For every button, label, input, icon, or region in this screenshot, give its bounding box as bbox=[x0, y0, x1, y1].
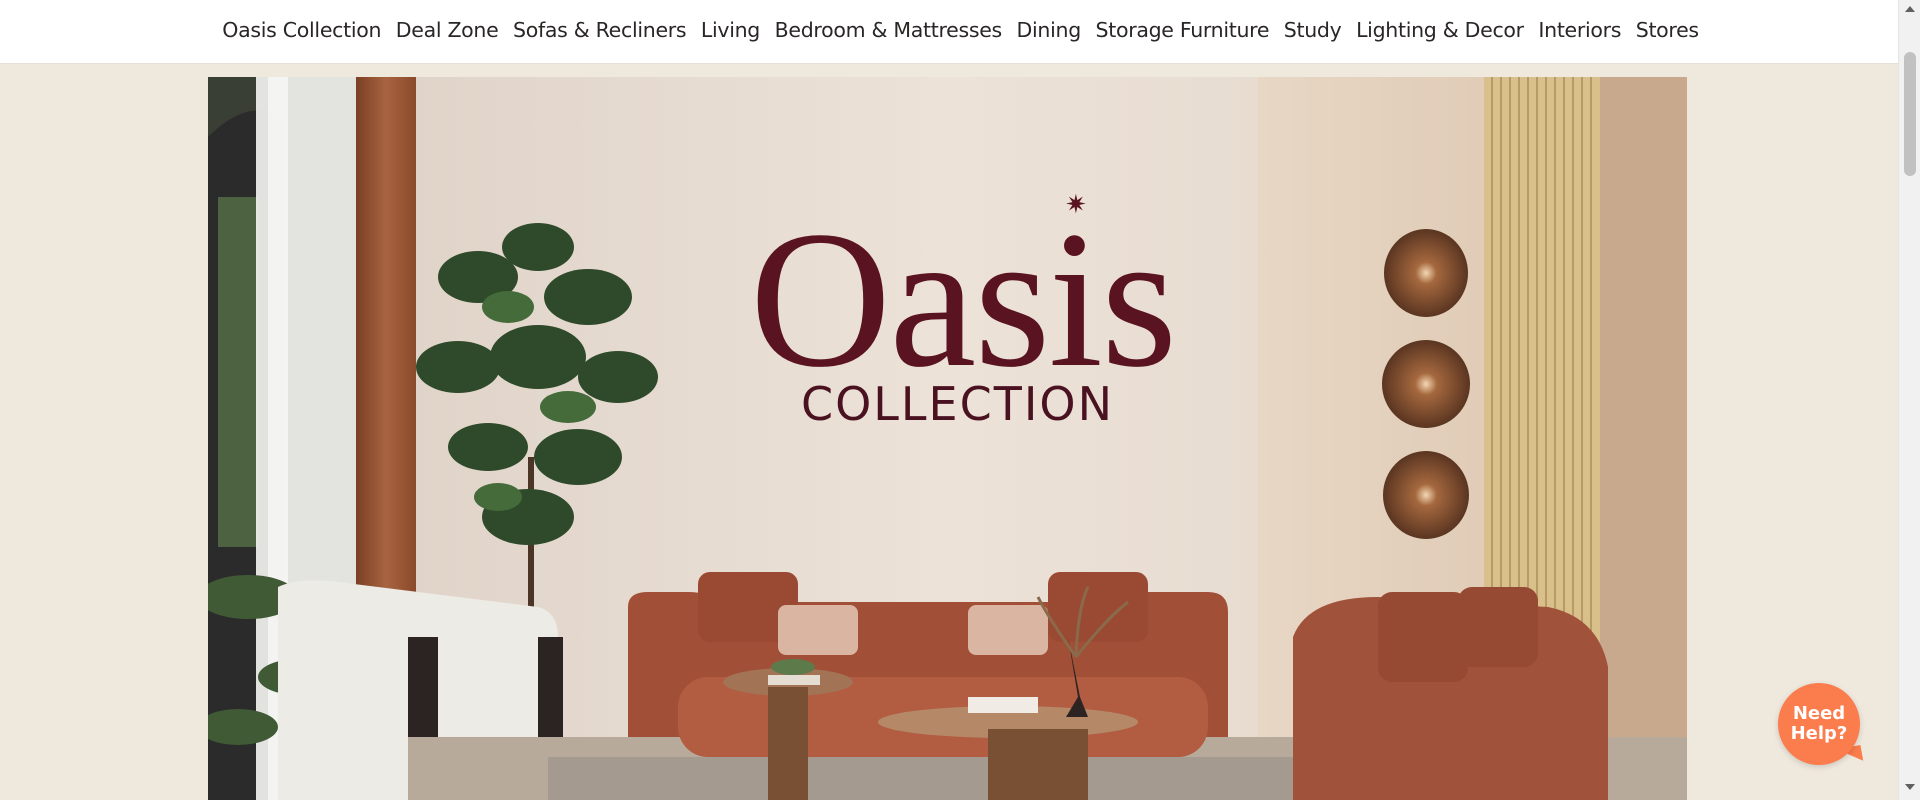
nav-item-stores[interactable]: Stores bbox=[1628, 18, 1706, 42]
hero-brand-title: Oasis bbox=[749, 191, 1178, 408]
nav-item-interiors[interactable]: Interiors bbox=[1531, 18, 1628, 42]
nav-item-sofas-recliners[interactable]: Sofas & Recliners bbox=[506, 18, 694, 42]
nav-item-dining[interactable]: Dining bbox=[1009, 18, 1088, 42]
vertical-scrollbar[interactable] bbox=[1898, 0, 1920, 800]
top-navigation: Oasis Collection Deal Zone Sofas & Recli… bbox=[0, 0, 1898, 64]
nav-item-study[interactable]: Study bbox=[1276, 18, 1348, 42]
scroll-up-icon[interactable] bbox=[1905, 6, 1915, 12]
scrollbar-thumb[interactable] bbox=[1904, 52, 1916, 176]
hero-scene-illustration bbox=[208, 77, 1687, 800]
nav-item-living[interactable]: Living bbox=[694, 18, 768, 42]
nav-menu: Oasis Collection Deal Zone Sofas & Recli… bbox=[215, 0, 1706, 59]
nav-item-lighting-decor[interactable]: Lighting & Decor bbox=[1349, 18, 1531, 42]
hero-banner[interactable]: ✷ Oasis COLLECTION bbox=[208, 77, 1687, 800]
nav-item-oasis-collection[interactable]: Oasis Collection bbox=[215, 18, 388, 42]
need-help-button[interactable]: Need Help? bbox=[1778, 683, 1860, 765]
scroll-down-icon[interactable] bbox=[1905, 784, 1915, 790]
hero-brand-subtitle: COLLECTION bbox=[800, 377, 1115, 431]
nav-item-storage-furniture[interactable]: Storage Furniture bbox=[1088, 18, 1276, 42]
nav-item-bedroom-mattresses[interactable]: Bedroom & Mattresses bbox=[767, 18, 1009, 42]
help-label-line1: Need bbox=[1792, 703, 1846, 724]
nav-item-deal-zone[interactable]: Deal Zone bbox=[388, 18, 505, 42]
help-label-line2: Help? bbox=[1790, 723, 1848, 744]
